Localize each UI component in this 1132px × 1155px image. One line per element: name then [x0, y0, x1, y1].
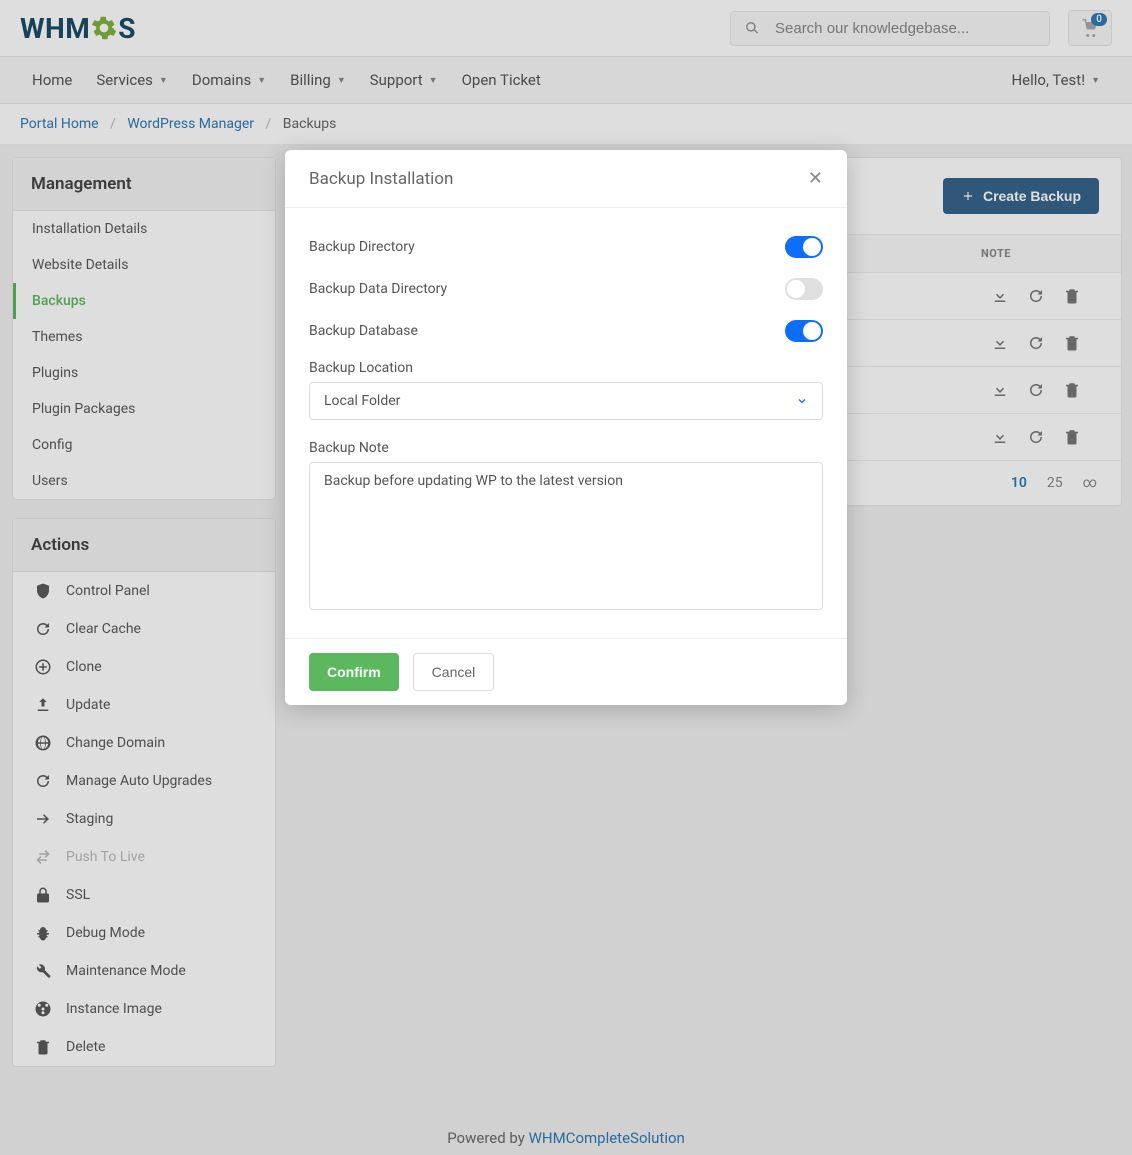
- backup-data-directory-label: Backup Data Directory: [309, 281, 447, 297]
- backup-note-label: Backup Note: [309, 432, 823, 462]
- backup-note-input[interactable]: [309, 462, 823, 610]
- backup-database-label: Backup Database: [309, 323, 418, 339]
- cancel-button[interactable]: Cancel: [413, 653, 495, 691]
- backup-modal: Backup Installation ✕ Backup Directory B…: [285, 150, 847, 705]
- close-icon[interactable]: ✕: [808, 168, 823, 189]
- backup-location-label: Backup Location: [309, 352, 823, 382]
- modal-title: Backup Installation: [309, 169, 453, 189]
- modal-overlay[interactable]: Backup Installation ✕ Backup Directory B…: [0, 0, 1132, 1155]
- backup-data-directory-toggle[interactable]: [785, 278, 823, 300]
- backup-location-select[interactable]: Local Folder: [309, 382, 823, 420]
- backup-directory-toggle[interactable]: [785, 236, 823, 258]
- chevron-down-icon: [796, 395, 808, 407]
- confirm-button[interactable]: Confirm: [309, 653, 399, 691]
- backup-directory-label: Backup Directory: [309, 239, 415, 255]
- backup-database-toggle[interactable]: [785, 320, 823, 342]
